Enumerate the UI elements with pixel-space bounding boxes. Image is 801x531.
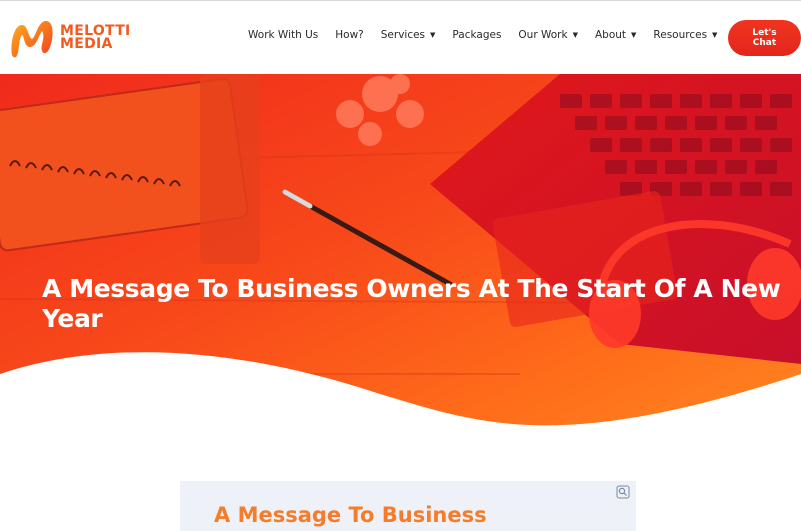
nav-label: Resources [653, 29, 708, 41]
zoom-icon[interactable] [616, 485, 630, 499]
melotti-m-logo-icon [11, 21, 53, 58]
cta-line2: Chat [752, 38, 777, 48]
nav-label: Our Work [518, 29, 568, 41]
hero-title: A Message To Business Owners At The Star… [42, 274, 781, 333]
cta-line1: Let's [752, 28, 777, 38]
caret-down-icon: ▼ [631, 31, 637, 39]
brand-logo[interactable]: MELOTTI MEDIA [8, 17, 131, 59]
brand-name-line2: MEDIA [60, 36, 113, 52]
nav-item-work-with-us[interactable]: Work With Us [248, 29, 318, 41]
nav-label: About [594, 29, 627, 41]
nav-item-our-work[interactable]: Our Work ▼ [518, 29, 578, 41]
nav-item-packages[interactable]: Packages [452, 29, 501, 41]
main-nav: Work With Us How? Services ▼ Packages Ou… [248, 29, 717, 41]
caret-down-icon: ▼ [712, 31, 718, 39]
caret-down-icon: ▼ [572, 31, 578, 39]
site-header: MELOTTI MEDIA Work With Us How? Services… [0, 0, 801, 74]
nav-item-services[interactable]: Services ▼ [381, 29, 436, 41]
lets-chat-button[interactable]: Let's Chat [728, 20, 801, 56]
featured-image-title: A Message To Business [214, 503, 487, 527]
nav-label: Work With Us [248, 29, 319, 41]
post-featured-image[interactable]: A Message To Business [180, 481, 636, 531]
hero-banner: A Message To Business Owners At The Star… [0, 74, 801, 454]
nav-item-resources[interactable]: Resources ▼ [653, 29, 717, 41]
caret-down-icon: ▼ [430, 31, 436, 39]
nav-label: How? [335, 29, 364, 41]
nav-label: Packages [452, 29, 502, 41]
hero-background-image [0, 74, 801, 454]
brand-name: MELOTTI MEDIA [60, 24, 131, 52]
nav-item-about[interactable]: About ▼ [595, 29, 636, 41]
nav-item-how[interactable]: How? [335, 29, 363, 41]
nav-label: Services [380, 29, 426, 41]
